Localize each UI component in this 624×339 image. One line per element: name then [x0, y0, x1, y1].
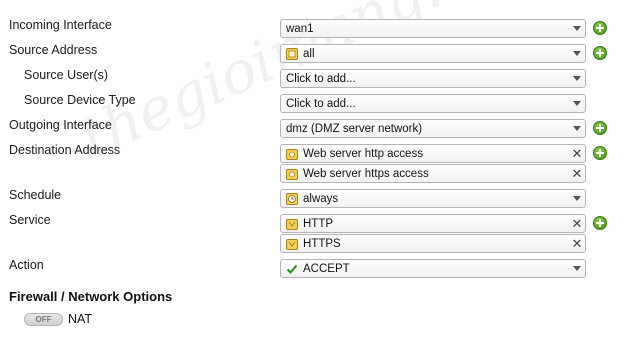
outgoing-interface-select[interactable]: dmz (DMZ server network): [280, 119, 586, 138]
remove-x-icon[interactable]: ✕: [569, 165, 585, 182]
destination-address-item[interactable]: Web server http access ✕: [280, 144, 586, 163]
service-value: HTTP: [303, 217, 334, 230]
label-service: Service: [9, 213, 51, 227]
add-service-plus-icon[interactable]: [593, 216, 607, 230]
action-value: ACCEPT: [303, 262, 350, 275]
chevron-down-icon[interactable]: [569, 20, 585, 37]
address-object-icon: [286, 168, 298, 180]
incoming-interface-value: wan1: [286, 22, 314, 35]
destination-address-item[interactable]: Web server https access ✕: [280, 164, 586, 183]
chevron-down-icon[interactable]: [569, 190, 585, 207]
chevron-down-icon[interactable]: [569, 95, 585, 112]
source-device-type-select[interactable]: Click to add...: [280, 94, 586, 113]
clock-icon: [286, 192, 298, 205]
address-object-icon: [286, 47, 298, 60]
chevron-down-icon[interactable]: [569, 70, 585, 87]
source-device-type-placeholder: Click to add...: [286, 97, 356, 110]
incoming-interface-select[interactable]: wan1: [280, 19, 586, 38]
schedule-select[interactable]: always: [280, 189, 586, 208]
service-icon: [286, 218, 298, 230]
remove-x-icon[interactable]: ✕: [569, 235, 585, 252]
label-source-address: Source Address: [9, 43, 98, 57]
label-incoming-interface: Incoming Interface: [9, 18, 112, 32]
add-source-address-plus-icon[interactable]: [593, 46, 607, 60]
chevron-down-icon[interactable]: [569, 260, 585, 277]
destination-address-value: Web server https access: [303, 167, 429, 180]
label-schedule: Schedule: [9, 188, 62, 202]
add-incoming-interface-plus-icon[interactable]: [593, 21, 607, 35]
remove-x-icon[interactable]: ✕: [569, 145, 585, 162]
label-action: Action: [9, 258, 44, 272]
chevron-down-icon[interactable]: [569, 45, 585, 62]
service-icon: [286, 238, 298, 250]
chevron-down-icon[interactable]: [569, 120, 585, 137]
action-select[interactable]: ACCEPT: [280, 259, 586, 278]
address-object-icon: [286, 148, 298, 160]
schedule-value: always: [303, 192, 339, 205]
checkmark-icon: [286, 264, 298, 274]
label-source-device-type: Source Device Type: [24, 93, 136, 107]
source-address-select[interactable]: all: [280, 44, 586, 63]
service-item[interactable]: HTTP ✕: [280, 214, 586, 233]
remove-x-icon[interactable]: ✕: [569, 215, 585, 232]
label-source-users: Source User(s): [24, 68, 109, 82]
nat-toggle[interactable]: OFF: [24, 313, 63, 326]
service-item[interactable]: HTTPS ✕: [280, 234, 586, 253]
destination-address-value: Web server http access: [303, 147, 423, 160]
source-users-placeholder: Click to add...: [286, 72, 356, 85]
source-address-value: all: [303, 47, 315, 60]
section-title-firewall-network-options: Firewall / Network Options: [9, 289, 173, 304]
add-destination-address-plus-icon[interactable]: [593, 146, 607, 160]
add-outgoing-interface-plus-icon[interactable]: [593, 121, 607, 135]
nat-label: NAT: [68, 312, 93, 326]
label-outgoing-interface: Outgoing Interface: [9, 118, 112, 132]
outgoing-interface-value: dmz (DMZ server network): [286, 122, 423, 135]
label-destination-address: Destination Address: [9, 143, 121, 157]
service-value: HTTPS: [303, 237, 341, 250]
source-users-select[interactable]: Click to add...: [280, 69, 586, 88]
